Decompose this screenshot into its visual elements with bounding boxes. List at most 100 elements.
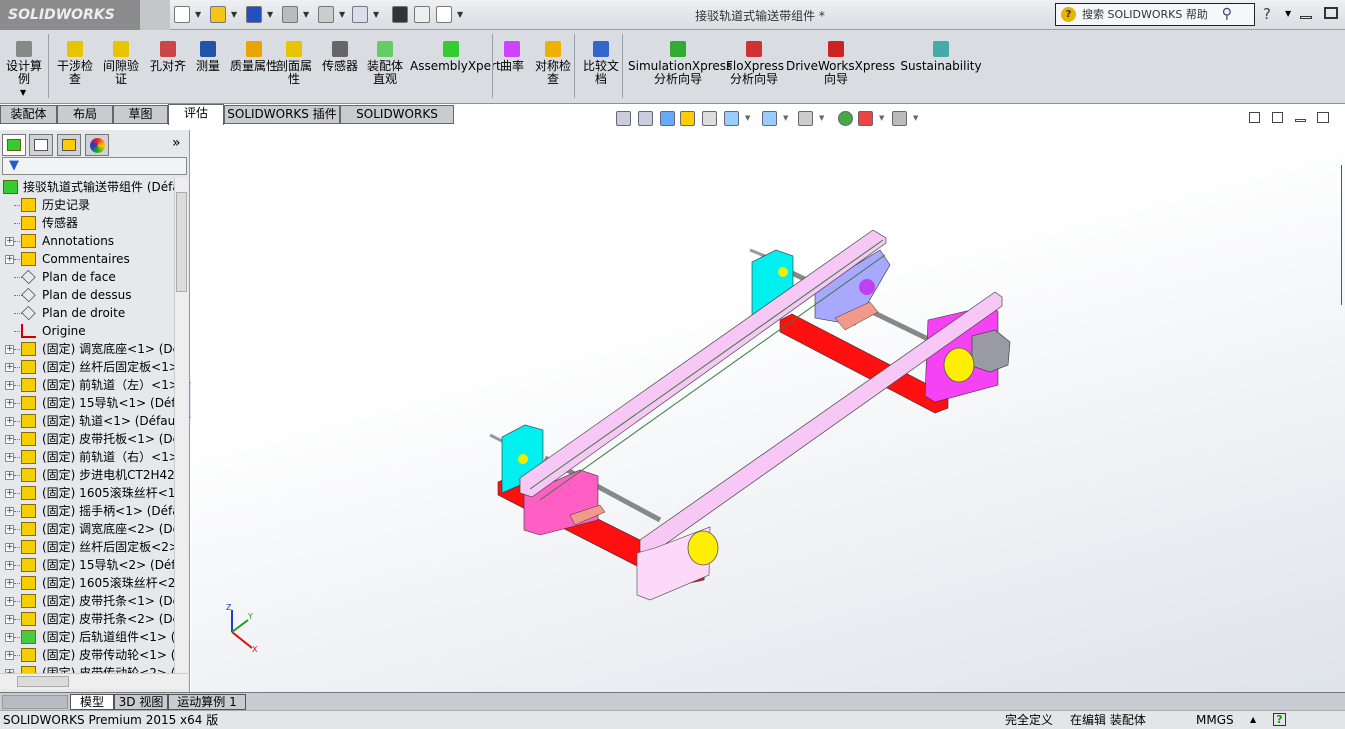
- chevron-down-icon[interactable]: ▼: [20, 88, 26, 97]
- ribbon-assembly-visualization-button[interactable]: 装配体直观: [362, 38, 408, 86]
- tree-item[interactable]: + (固定) 皮带托条<2> (Défaut: [0, 610, 174, 628]
- tree-item[interactable]: + (固定) 步进电机CT2H420: [0, 466, 174, 484]
- ribbon-clearance-button[interactable]: 间隙验证: [100, 38, 142, 86]
- solidworks-logo[interactable]: SOLIDWORKS: [0, 0, 140, 30]
- tree-item[interactable]: + (固定) 丝杆后固定板<1> (Défaut: [0, 358, 174, 376]
- rebuild-icon[interactable]: [246, 6, 262, 23]
- ribbon-section-properties-button[interactable]: 剖面属性: [272, 38, 316, 86]
- view-settings-icon[interactable]: [892, 111, 907, 126]
- expand-icon[interactable]: +: [5, 363, 14, 372]
- help-status-icon[interactable]: ?: [1273, 713, 1286, 726]
- filter-icon[interactable]: ▼: [9, 158, 19, 173]
- ribbon-simulationxpress-button[interactable]: SimulationXpress 分析向导: [628, 38, 732, 86]
- tab-3[interactable]: 评估: [168, 104, 224, 125]
- display-style-icon[interactable]: [762, 111, 777, 126]
- chevron-down-icon[interactable]: ▼: [913, 114, 918, 122]
- tree-filter[interactable]: ▼: [2, 157, 187, 175]
- expand-icon[interactable]: +: [5, 507, 14, 516]
- property-manager-tab-icon[interactable]: [29, 134, 53, 156]
- expand-icon[interactable]: +: [5, 417, 14, 426]
- ribbon-assemblyxpert-button[interactable]: AssemblyXpert: [410, 38, 501, 73]
- ribbon-measure-button[interactable]: 测量: [192, 38, 224, 73]
- ribbon-curvature-button[interactable]: 曲率: [496, 38, 528, 73]
- tree-item[interactable]: Plan de face: [0, 268, 174, 286]
- expand-icon[interactable]: +: [5, 651, 14, 660]
- tree-item[interactable]: + (固定) 皮带传动轮<1> (Défaut: [0, 646, 174, 664]
- restore-icon[interactable]: [1324, 7, 1338, 19]
- expand-icon[interactable]: +: [5, 255, 14, 264]
- chevron-down-icon[interactable]: ▼: [303, 10, 309, 19]
- tree-root-assembly[interactable]: 接驳轨道式输送带组件 (Défaut<Défaut_Etat d'afficha…: [0, 178, 174, 196]
- chevron-down-icon[interactable]: ▼: [373, 10, 379, 19]
- split-view-right-icon[interactable]: [1272, 112, 1283, 123]
- chevron-down-icon[interactable]: ▼: [819, 114, 824, 122]
- tree-item[interactable]: + (固定) 1605滚珠丝杆<1> (Défaut: [0, 484, 174, 502]
- hide-show-icon[interactable]: [798, 111, 813, 126]
- tree-item[interactable]: + (固定) 调宽底座<1> (Défaut: [0, 340, 174, 358]
- expand-icon[interactable]: +: [5, 381, 14, 390]
- tree-item[interactable]: + (固定) 前轨道（右）<1> (Défaut: [0, 448, 174, 466]
- view-orientation-icon[interactable]: [724, 111, 739, 126]
- expand-icon[interactable]: +: [5, 633, 14, 642]
- dynamic-annotation-icon[interactable]: [702, 111, 717, 126]
- expand-icon[interactable]: +: [5, 435, 14, 444]
- graphics-area[interactable]: ▼ ▼ ▼ ▼ ▼ Z Y X: [191, 111, 1345, 692]
- ribbon-design-study-button[interactable]: 设计算例: [4, 38, 44, 86]
- tree-vertical-scrollbar[interactable]: [174, 178, 188, 678]
- unit-system[interactable]: MMGS: [1196, 711, 1234, 729]
- expand-icon[interactable]: +: [5, 579, 14, 588]
- tree-item[interactable]: + (固定) 丝杆后固定板<2> (Défaut: [0, 538, 174, 556]
- tree-item[interactable]: Origine: [0, 322, 174, 340]
- tab-5[interactable]: SOLIDWORKS MBD: [340, 105, 454, 138]
- tab-scroll-arrows[interactable]: [2, 695, 68, 709]
- chevron-down-icon[interactable]: ▼: [267, 10, 273, 19]
- feature-manager-tab-icon[interactable]: [2, 134, 26, 156]
- tree-item[interactable]: + (固定) 后轨道组件<1> (Défaut: [0, 628, 174, 646]
- ribbon-sustainability-button[interactable]: Sustainability: [896, 38, 986, 73]
- tree-item[interactable]: + (固定) 15导轨<1> (Défaut: [0, 394, 174, 412]
- zoom-to-fit-icon[interactable]: [616, 111, 631, 126]
- file-properties-icon[interactable]: [414, 6, 430, 23]
- tree-item[interactable]: Plan de droite: [0, 304, 174, 322]
- chevron-up-icon[interactable]: ▲: [1250, 711, 1256, 729]
- expand-icon[interactable]: +: [5, 453, 14, 462]
- options-icon[interactable]: [436, 6, 452, 23]
- split-view-left-icon[interactable]: [1249, 112, 1260, 123]
- tree-item[interactable]: + (固定) 摇手柄<1> (Défaut: [0, 502, 174, 520]
- tree-item[interactable]: + Commentaires: [0, 250, 174, 268]
- expand-panel-icon[interactable]: »: [172, 135, 181, 151]
- chevron-down-icon[interactable]: ▼: [1285, 9, 1291, 18]
- bottom-tab-2[interactable]: 运动算例 1: [168, 694, 246, 710]
- tree-item[interactable]: + Annotations: [0, 232, 174, 250]
- minimize-icon[interactable]: [1300, 16, 1312, 19]
- previous-view-icon[interactable]: [660, 111, 675, 126]
- chevron-down-icon[interactable]: ▼: [783, 114, 788, 122]
- ribbon-symmetry-check-button[interactable]: 对称检查: [530, 38, 576, 86]
- chevron-down-icon[interactable]: ▼: [339, 10, 345, 19]
- traffic-light-icon[interactable]: [392, 6, 408, 23]
- expand-icon[interactable]: +: [5, 489, 14, 498]
- undo-icon[interactable]: [318, 6, 334, 23]
- open-icon[interactable]: [210, 6, 226, 23]
- expand-icon[interactable]: +: [5, 615, 14, 624]
- expand-icon[interactable]: +: [5, 597, 14, 606]
- bottom-tab-0[interactable]: 模型: [70, 694, 114, 710]
- tree-item[interactable]: + (固定) 15导轨<2> (Défaut: [0, 556, 174, 574]
- tree-item[interactable]: + (固定) 皮带托板<1> (Défaut: [0, 430, 174, 448]
- section-view-icon[interactable]: [680, 111, 695, 126]
- tab-4[interactable]: SOLIDWORKS 插件: [224, 105, 340, 124]
- tab-2[interactable]: 草图: [113, 105, 168, 124]
- tree-item[interactable]: + (固定) 前轨道（左）<1> (Défaut: [0, 376, 174, 394]
- ribbon-hole-alignment-button[interactable]: 孔对齐: [146, 38, 190, 73]
- ribbon-driveworksxpress-button[interactable]: DriveWorksXpress 向导: [786, 38, 895, 86]
- chevron-down-icon[interactable]: ▼: [195, 10, 201, 19]
- expand-icon[interactable]: +: [5, 543, 14, 552]
- assembly-model[interactable]: Z Y X: [191, 125, 1345, 692]
- expand-icon[interactable]: +: [5, 525, 14, 534]
- ribbon-compare-documents-button[interactable]: 比较文档: [580, 38, 622, 86]
- print-icon[interactable]: [282, 6, 298, 23]
- expand-icon[interactable]: +: [5, 399, 14, 408]
- ribbon-sensor-button[interactable]: 传感器: [318, 38, 362, 73]
- tab-0[interactable]: 装配体: [0, 105, 57, 124]
- help-menu-icon[interactable]: ?: [1263, 5, 1271, 23]
